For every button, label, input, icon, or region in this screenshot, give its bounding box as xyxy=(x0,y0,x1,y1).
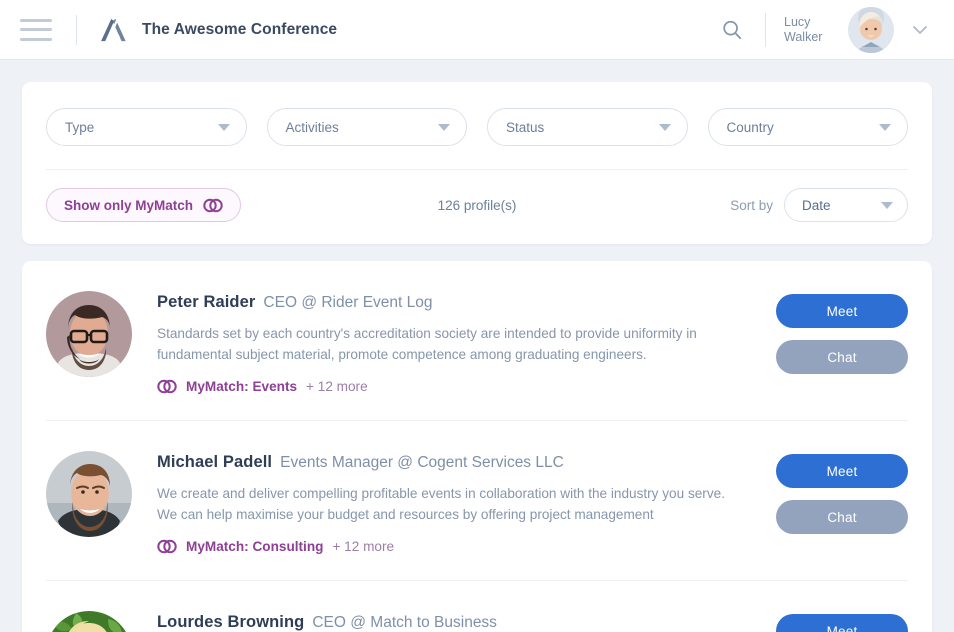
chat-button[interactable]: Chat xyxy=(776,340,908,374)
profile-count: 126 profile(s) xyxy=(438,198,517,213)
filter-activities-select[interactable]: Activities xyxy=(267,108,468,146)
filter-activities-label: Activities xyxy=(286,120,439,135)
profile-actions: Meet Chat xyxy=(776,291,908,394)
profile-description: We create and deliver compelling profita… xyxy=(157,483,747,525)
profile-mymatch-label: MyMatch: Consulting xyxy=(186,539,323,554)
brand-a-logo xyxy=(99,17,131,43)
profile-actions: Meet Chat xyxy=(776,611,908,632)
profile-mymatch-more[interactable]: + 12 more xyxy=(306,379,368,394)
user-avatar-image xyxy=(848,7,894,53)
user-last-name: Walker xyxy=(784,30,838,45)
header-right: Lucy Walker xyxy=(721,7,930,53)
meet-button[interactable]: Meet xyxy=(776,614,908,632)
profile-avatar[interactable] xyxy=(46,611,132,632)
profile-card[interactable]: Peter Raider CEO @ Rider Event Log Stand… xyxy=(46,261,908,420)
profile-name: Michael Padell xyxy=(157,453,272,472)
meet-button[interactable]: Meet xyxy=(776,454,908,488)
brand[interactable]: The Awesome Conference xyxy=(99,17,337,43)
profile-actions: Meet Chat xyxy=(776,451,908,554)
profile-name: Peter Raider xyxy=(157,293,255,312)
profile-avatar-image xyxy=(46,291,132,377)
mymatch-rings-icon xyxy=(157,379,177,394)
profile-info: Michael Padell Events Manager @ Cogent S… xyxy=(157,451,758,554)
filter-type-select[interactable]: Type xyxy=(46,108,247,146)
profile-avatar-image xyxy=(46,451,132,537)
header-divider-2 xyxy=(765,13,766,47)
meet-button[interactable]: Meet xyxy=(776,294,908,328)
caret-down-icon xyxy=(881,202,893,209)
profile-avatar[interactable] xyxy=(46,291,132,377)
profile-avatar[interactable] xyxy=(46,451,132,537)
profile-info: Lourdes Browning CEO @ Match to Business… xyxy=(157,611,758,632)
profile-avatar-image xyxy=(46,611,132,632)
mymatch-rings-icon xyxy=(203,198,223,213)
hamburger-icon[interactable] xyxy=(20,19,52,41)
match-sort-row: Show only MyMatch 126 profile(s) Sort by… xyxy=(46,170,908,244)
show-only-mymatch-button[interactable]: Show only MyMatch xyxy=(46,188,241,222)
app-header: The Awesome Conference Lucy Walker xyxy=(0,0,954,60)
profile-card[interactable]: Michael Padell Events Manager @ Cogent S… xyxy=(46,420,908,580)
chevron-down-icon[interactable] xyxy=(910,20,930,40)
profile-description: Standards set by each country's accredit… xyxy=(157,323,747,365)
profiles-list: Peter Raider CEO @ Rider Event Log Stand… xyxy=(22,261,932,632)
mymatch-rings-icon xyxy=(157,539,177,554)
caret-down-icon xyxy=(879,124,891,131)
filters-panel: Type Activities Status Country Show only… xyxy=(22,82,932,244)
profile-name-line: Peter Raider CEO @ Rider Event Log xyxy=(157,293,758,312)
search-icon[interactable] xyxy=(721,19,743,41)
filter-status-select[interactable]: Status xyxy=(487,108,688,146)
filter-type-label: Type xyxy=(65,120,218,135)
sort-value: Date xyxy=(802,198,881,213)
filter-status-label: Status xyxy=(506,120,659,135)
profile-mymatch-label: MyMatch: Events xyxy=(186,379,297,394)
sort-by-label: Sort by xyxy=(730,198,773,213)
profile-mymatch[interactable]: MyMatch: Events + 12 more xyxy=(157,379,758,394)
profile-card[interactable]: Lourdes Browning CEO @ Match to Business… xyxy=(46,580,908,632)
filter-row: Type Activities Status Country xyxy=(46,108,908,170)
profile-name: Lourdes Browning xyxy=(157,613,304,632)
avatar[interactable] xyxy=(848,7,894,53)
filter-country-select[interactable]: Country xyxy=(708,108,909,146)
caret-down-icon xyxy=(218,124,230,131)
caret-down-icon xyxy=(438,124,450,131)
chat-button[interactable]: Chat xyxy=(776,500,908,534)
show-only-mymatch-label: Show only MyMatch xyxy=(64,198,193,213)
user-name[interactable]: Lucy Walker xyxy=(784,15,838,45)
sort-control: Sort by Date xyxy=(730,188,908,222)
profile-role: Events Manager @ Cogent Services LLC xyxy=(280,454,564,472)
header-divider xyxy=(76,15,77,45)
profile-name-line: Lourdes Browning CEO @ Match to Business xyxy=(157,613,758,632)
caret-down-icon xyxy=(659,124,671,131)
brand-title: The Awesome Conference xyxy=(142,21,337,39)
profile-role: CEO @ Match to Business xyxy=(312,614,497,632)
profile-mymatch[interactable]: MyMatch: Consulting + 12 more xyxy=(157,539,758,554)
profile-name-line: Michael Padell Events Manager @ Cogent S… xyxy=(157,453,758,472)
page-body: Type Activities Status Country Show only… xyxy=(0,60,954,632)
filter-country-label: Country xyxy=(727,120,880,135)
profile-role: CEO @ Rider Event Log xyxy=(263,294,432,312)
user-first-name: Lucy xyxy=(784,15,838,30)
sort-select[interactable]: Date xyxy=(784,188,908,222)
profile-mymatch-more[interactable]: + 12 more xyxy=(332,539,394,554)
profile-info: Peter Raider CEO @ Rider Event Log Stand… xyxy=(157,291,758,394)
